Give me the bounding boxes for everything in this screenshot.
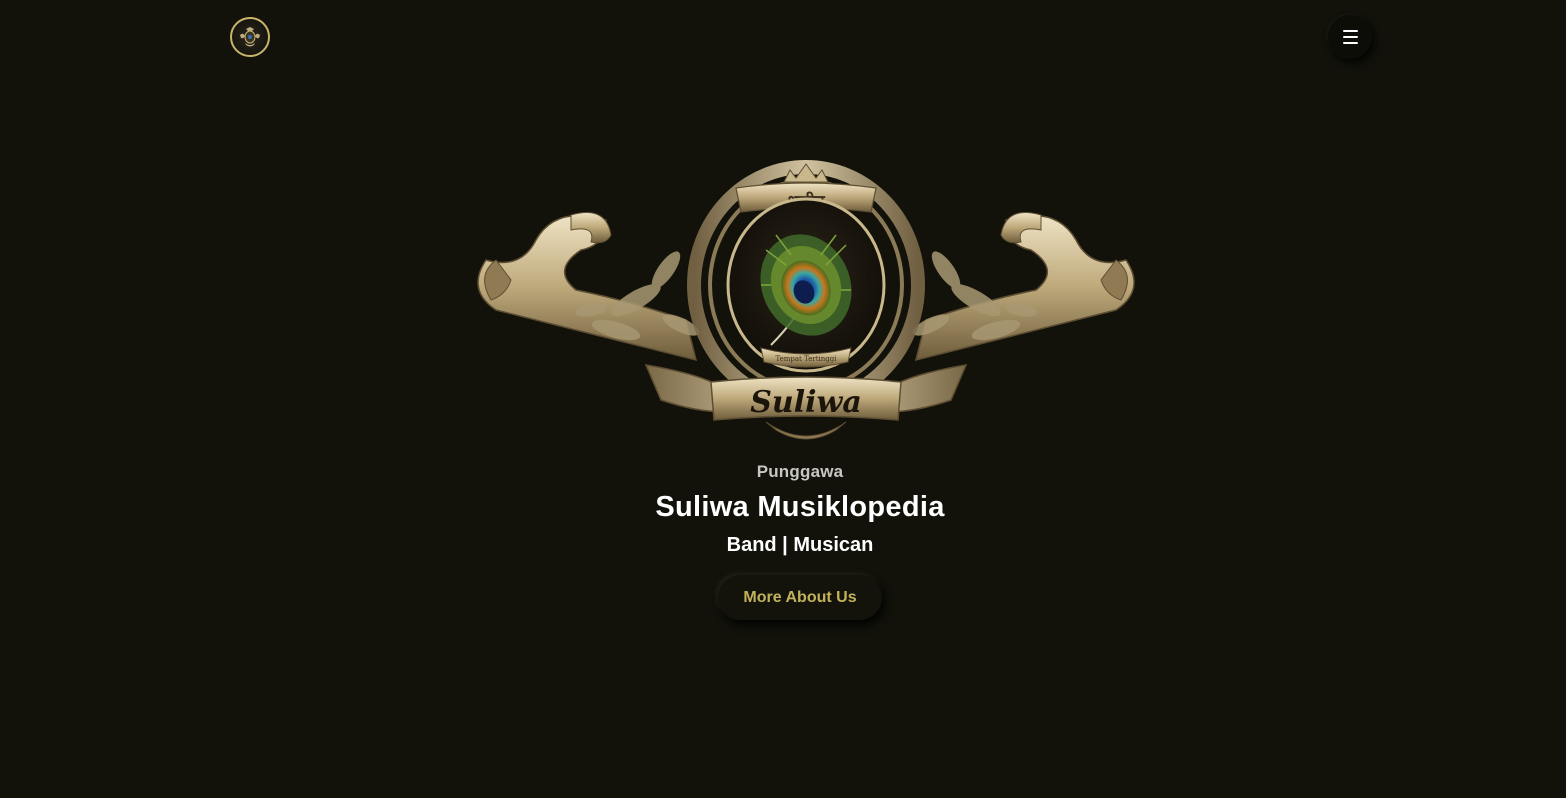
- crest-banner-text: Suliwa: [750, 385, 862, 420]
- more-about-us-button[interactable]: More About Us: [718, 575, 882, 620]
- hero-subtitle: Band | Musican: [726, 534, 874, 556]
- menu-button[interactable]: [1328, 15, 1372, 59]
- right-ribbon: [914, 214, 1135, 362]
- hero-title: Suliwa Musiklopedia: [655, 491, 945, 523]
- page: शूलीद्व Tempat Tertinggi Suliwa Punggawa…: [0, 0, 1566, 798]
- left-ribbon: [477, 214, 698, 362]
- crest-logo-icon: [240, 27, 260, 47]
- hamburger-icon: [1342, 30, 1358, 44]
- brand-logo[interactable]: [230, 17, 270, 57]
- crest-ribbon-text: Tempat Tertinggi: [776, 355, 838, 363]
- crest-emblem: शूलीद्व Tempat Tertinggi Suliwa: [477, 160, 1135, 440]
- hero-overline: Punggawa: [756, 462, 844, 481]
